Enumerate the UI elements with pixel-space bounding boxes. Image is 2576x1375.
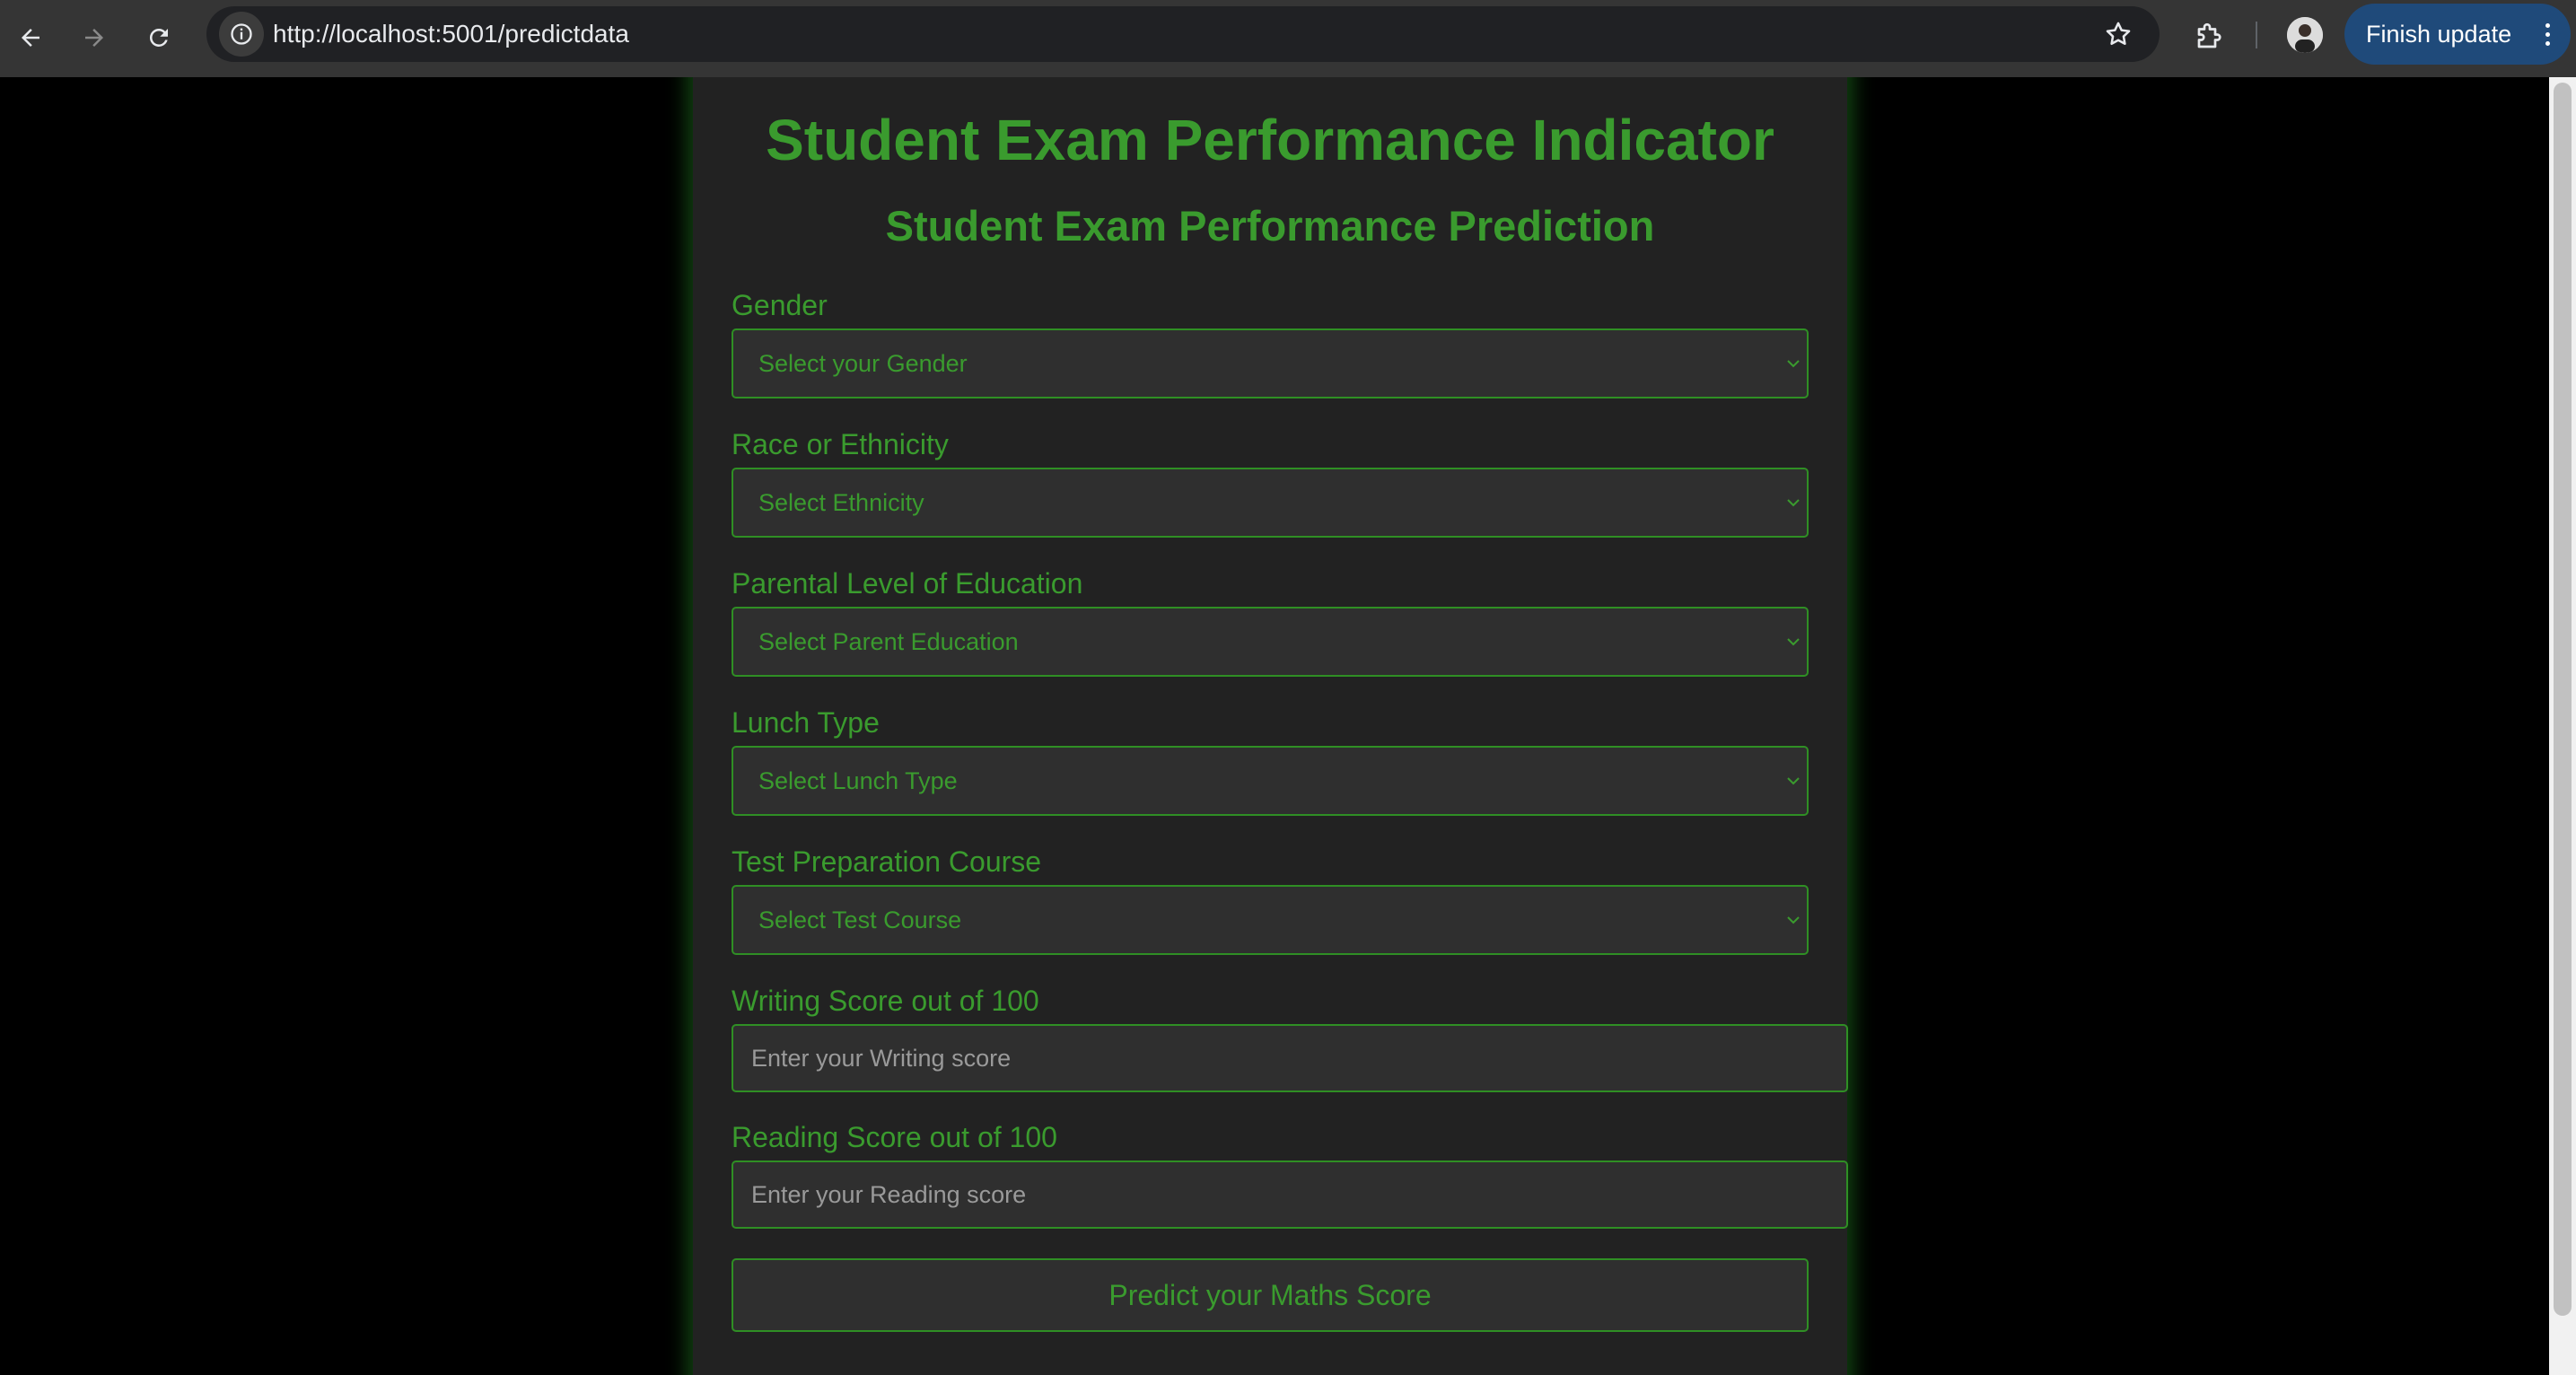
back-button[interactable] [8,15,53,60]
ethnicity-select[interactable]: Select Ethnicity [732,468,1809,538]
profile-avatar[interactable] [2287,17,2323,53]
more-menu-icon[interactable] [2545,23,2551,47]
reload-icon [149,28,168,47]
scrollbar-thumb[interactable] [2554,83,2572,1316]
predict-button[interactable]: Predict your Maths Score [732,1258,1809,1332]
test-course-select[interactable]: Select Test Course [732,885,1809,955]
gender-label: Gender [732,289,828,321]
extensions-puzzle-icon[interactable] [2186,13,2233,59]
page-viewport: Student Exam Performance Indicator Stude… [0,77,2549,1375]
chevron-down-icon [1787,360,1800,368]
gender-select-value: Select your Gender [758,350,968,377]
parent-education-select-value: Select Parent Education [758,628,1019,655]
lunch-type-label: Lunch Type [732,706,880,739]
gender-select[interactable]: Select your Gender [732,328,1809,398]
finish-update-button[interactable]: Finish update [2344,4,2571,65]
reading-score-label: Reading Score out of 100 [732,1121,1057,1153]
form-heading: Student Exam Performance Prediction [885,202,1655,250]
finish-update-label: Finish update [2366,21,2512,48]
bookmark-star-icon[interactable] [2100,16,2136,52]
browser-toolbar: http://localhost:5001/predictdata Finish… [0,0,2576,77]
chevron-down-icon [1787,777,1800,785]
page-scrollbar[interactable] [2549,77,2576,1375]
writing-score-label: Writing Score out of 100 [732,985,1039,1017]
lunch-type-select[interactable]: Select Lunch Type [732,746,1809,816]
site-info-icon[interactable] [219,12,264,57]
parent-education-select[interactable]: Select Parent Education [732,607,1809,677]
prediction-form-card: Student Exam Performance Indicator Stude… [693,77,1848,1375]
url-text[interactable]: http://localhost:5001/predictdata [273,6,629,62]
reading-score-input[interactable]: Enter your Reading score [732,1160,1848,1229]
reading-score-placeholder: Enter your Reading score [751,1181,1027,1208]
parent-education-label: Parental Level of Education [732,567,1083,600]
forward-button[interactable] [72,15,117,60]
forward-arrow-icon [85,29,103,47]
chevron-down-icon [1787,499,1800,507]
writing-score-input[interactable]: Enter your Writing score [732,1024,1848,1092]
chevron-down-icon [1787,638,1800,646]
back-arrow-icon [22,29,39,47]
page-title: Student Exam Performance Indicator [766,108,1774,172]
ethnicity-select-value: Select Ethnicity [758,489,924,516]
prediction-result: THE prediction is 57.25 [693,1366,1847,1375]
address-bar[interactable]: http://localhost:5001/predictdata [206,6,2160,62]
test-course-select-value: Select Test Course [758,906,962,933]
test-course-label: Test Preparation Course [732,845,1042,878]
ethnicity-label: Race or Ethnicity [732,428,949,460]
toolbar-divider [2256,22,2257,48]
lunch-type-select-value: Select Lunch Type [758,767,958,794]
reload-button[interactable] [136,15,181,60]
writing-score-placeholder: Enter your Writing score [751,1045,1012,1072]
chevron-down-icon [1787,916,1800,924]
